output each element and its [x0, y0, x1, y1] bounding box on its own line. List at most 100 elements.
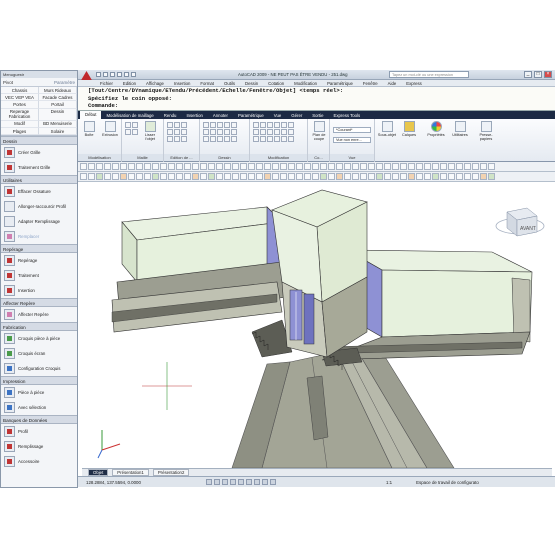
toolbar-tool-icon[interactable] — [256, 173, 263, 180]
toolbar-tool-icon[interactable] — [440, 163, 447, 170]
toolbar-tool-icon[interactable] — [152, 163, 159, 170]
toolbar-tool-icon[interactable] — [440, 173, 447, 180]
toolbar-tool-icon[interactable] — [160, 163, 167, 170]
tool-traitement-grille[interactable]: Traitement Grille — [1, 160, 77, 175]
help-search-input[interactable]: Tapez un mot-clé ou une expression — [389, 71, 469, 78]
toolbar-tool-icon[interactable] — [448, 173, 455, 180]
modify-tool-icon[interactable] — [253, 129, 259, 135]
palette-filter-row[interactable]: Pivot Paramètre — [1, 78, 77, 87]
move-icon[interactable] — [253, 122, 259, 128]
category-tab[interactable]: Chassis — [1, 87, 39, 95]
maximize-button[interactable]: □ — [534, 71, 542, 78]
category-tab[interactable]: Portes — [1, 101, 39, 109]
layers-button[interactable]: Calques — [401, 121, 417, 137]
section-plane-button[interactable]: Plan de coupe — [311, 121, 327, 141]
category-tab[interactable]: Plages — [1, 127, 39, 136]
toolbar-tool-icon[interactable] — [176, 173, 183, 180]
redo-icon[interactable] — [124, 72, 129, 77]
toolbar-tool-icon[interactable] — [280, 163, 287, 170]
ducs-icon[interactable] — [254, 479, 260, 485]
toolbar-tool-icon[interactable] — [216, 163, 223, 170]
toolbar-tool-icon[interactable] — [384, 173, 391, 180]
toolbar-tool-icon[interactable] — [368, 173, 375, 180]
section-utilitaires[interactable]: Utilitaires — [1, 175, 77, 185]
toolbar-tool-icon[interactable] — [488, 163, 495, 170]
toolbar-tool-icon[interactable] — [288, 173, 295, 180]
toolbar-tool-icon[interactable] — [296, 163, 303, 170]
smooth-object-button[interactable]: Lisser l'objet — [142, 121, 158, 141]
arc-icon[interactable] — [224, 122, 230, 128]
mesh-tool-icon[interactable] — [132, 129, 138, 135]
toolbar-tool-icon[interactable] — [328, 163, 335, 170]
section-dessin[interactable]: Dessin — [1, 136, 77, 146]
copy-icon[interactable] — [281, 122, 287, 128]
utilities-button[interactable]: Utilitaires — [450, 121, 470, 137]
toolbar-tool-icon[interactable] — [480, 173, 487, 180]
toolbar-tool-icon[interactable] — [328, 173, 335, 180]
subtract-icon[interactable] — [174, 122, 180, 128]
toolbar-tool-icon[interactable] — [312, 163, 319, 170]
toolbar-tool-icon[interactable] — [88, 163, 95, 170]
toolbar-tool-icon[interactable] — [416, 163, 423, 170]
draw-tool-icon[interactable] — [210, 136, 216, 142]
toolbar-tool-icon[interactable] — [128, 173, 135, 180]
category-tab[interactable]: Solaire — [39, 127, 77, 136]
tool-reperage[interactable]: Repérage — [1, 253, 77, 268]
category-tab[interactable]: VEC VEP VEA — [1, 94, 39, 102]
menu-aide[interactable]: Aide — [388, 81, 397, 86]
menu-parametrique[interactable]: Paramétrique — [327, 81, 353, 86]
toolbar-tool-icon[interactable] — [304, 173, 311, 180]
viewcube-label[interactable]: AVANT — [520, 226, 536, 232]
tab-vue[interactable]: Vue — [269, 113, 287, 118]
toolbar-tool-icon[interactable] — [104, 173, 111, 180]
draw-tool-icon[interactable] — [217, 129, 223, 135]
toolbar-tool-icon[interactable] — [288, 163, 295, 170]
section-impression[interactable]: Impression — [1, 376, 77, 386]
solid-tool-icon[interactable] — [167, 136, 173, 142]
toolbar-tool-icon[interactable] — [200, 173, 207, 180]
tab-modelisation-maillage[interactable]: Modélisation de maillage — [101, 113, 158, 118]
circle-icon[interactable] — [217, 122, 223, 128]
toolbar-tool-icon[interactable] — [176, 163, 183, 170]
toolbar-tool-icon[interactable] — [352, 163, 359, 170]
toolbar-tool-icon[interactable] — [344, 173, 351, 180]
toolbar-tool-icon[interactable] — [456, 173, 463, 180]
panel-label[interactable]: Modélisation — [78, 154, 121, 161]
toolbar-tool-icon[interactable] — [376, 173, 383, 180]
toolbar-tool-icon[interactable] — [168, 163, 175, 170]
toolbar-tool-icon[interactable] — [472, 163, 479, 170]
toolbar-tool-icon[interactable] — [80, 163, 87, 170]
modify-tool-icon[interactable] — [274, 136, 280, 142]
toolbar-tool-icon[interactable] — [360, 173, 367, 180]
toolbar-tool-icon[interactable] — [360, 163, 367, 170]
array-icon[interactable] — [288, 122, 294, 128]
modify-tool-icon[interactable] — [274, 129, 280, 135]
tab-insertion[interactable]: Insertion — [181, 113, 207, 118]
tool-traitement[interactable]: Traitement — [1, 268, 77, 283]
toolbar-tool-icon[interactable] — [320, 163, 327, 170]
toolbar-tool-icon[interactable] — [312, 173, 319, 180]
tool-profil[interactable]: Profil — [1, 424, 77, 439]
undo-icon[interactable] — [117, 72, 122, 77]
view-dropdown[interactable]: Vue non enre... — [333, 137, 371, 143]
otrack-icon[interactable] — [246, 479, 252, 485]
tab-presentation2[interactable]: Présentation2 — [152, 469, 190, 476]
tool-configuration-croquis[interactable]: Configuration Croquis — [1, 361, 77, 376]
clipboard-button[interactable]: Presse-papiers — [475, 121, 497, 141]
box-button[interactable]: Boîte — [81, 121, 97, 137]
model-drawing[interactable]: AVANT — [82, 182, 552, 468]
solid-tool-icon[interactable] — [167, 129, 173, 135]
toolbar-tool-icon[interactable] — [480, 163, 487, 170]
polar-icon[interactable] — [230, 479, 236, 485]
toolbar-tool-icon[interactable] — [248, 163, 255, 170]
toolbar-tool-icon[interactable] — [184, 173, 191, 180]
toolbar-tool-icon[interactable] — [88, 173, 95, 180]
toolbar-tool-icon[interactable] — [488, 173, 495, 180]
toolbar-tool-icon[interactable] — [408, 163, 415, 170]
toolbar-tool-icon[interactable] — [464, 173, 471, 180]
toolbar-tool-icon[interactable] — [392, 173, 399, 180]
toolbar-tool-icon[interactable] — [456, 163, 463, 170]
modify-tool-icon[interactable] — [281, 136, 287, 142]
draw-tool-icon[interactable] — [203, 136, 209, 142]
toolbar-tool-icon[interactable] — [448, 163, 455, 170]
